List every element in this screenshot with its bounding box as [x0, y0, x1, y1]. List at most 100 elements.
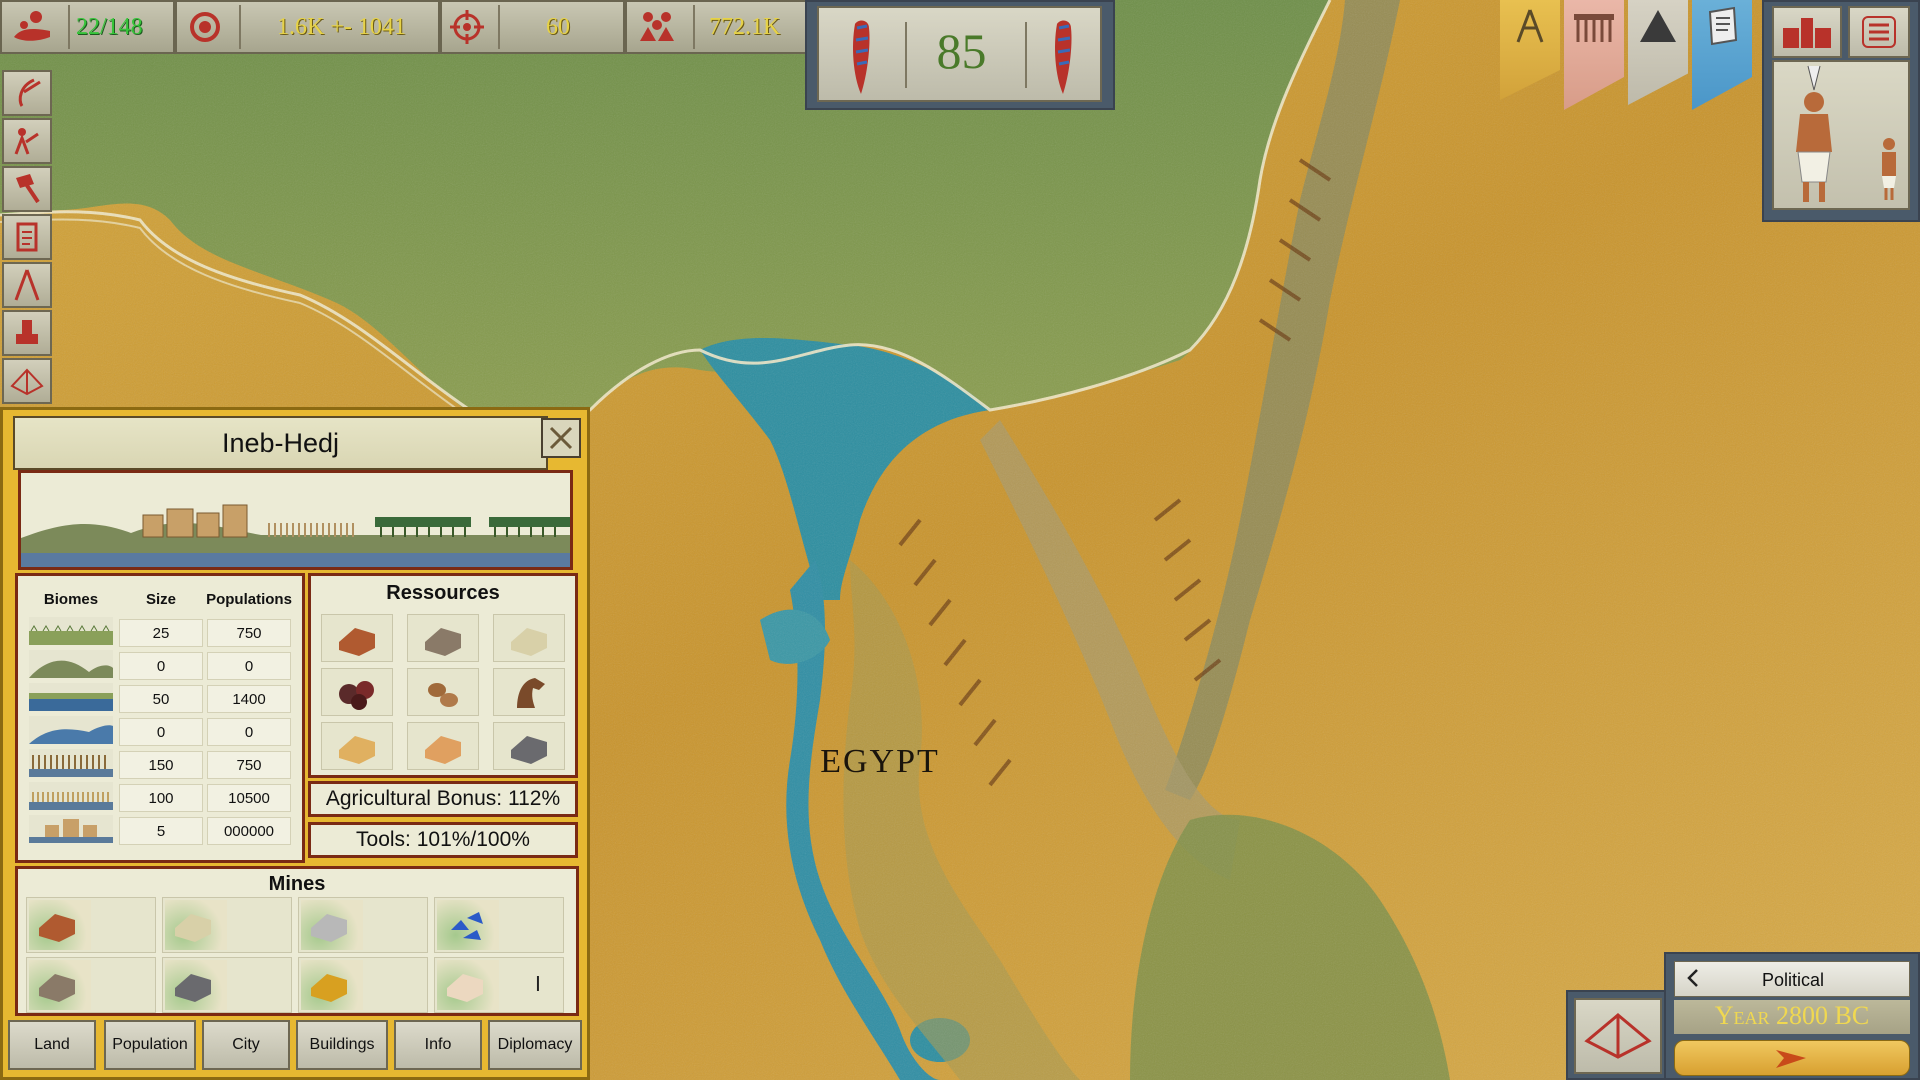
mine-slot[interactable]: [26, 957, 156, 1013]
table-row[interactable]: 00: [24, 715, 294, 748]
buildings-icon: [1783, 18, 1831, 48]
military-value: 60: [546, 13, 570, 40]
clay-icon: [425, 736, 461, 764]
biome-size: 25: [119, 618, 203, 647]
biome-populations: 000000: [207, 816, 291, 845]
mine-slot[interactable]: [298, 957, 428, 1013]
tool-pyramid-button[interactable]: [2, 358, 52, 404]
feather-right-icon: [1049, 16, 1077, 101]
ore-icon: [339, 681, 374, 710]
resource-slot[interactable]: [407, 614, 479, 662]
text-cursor-icon: I: [535, 972, 541, 996]
table-row[interactable]: 50 1400: [24, 682, 294, 715]
tab-city[interactable]: City: [202, 1020, 290, 1070]
mine-slot[interactable]: [298, 897, 428, 953]
minimap-toggle[interactable]: [1566, 990, 1670, 1080]
next-turn-button[interactable]: [1674, 1040, 1910, 1076]
tool-workers-button[interactable]: [2, 118, 52, 164]
resource-slot[interactable]: [493, 722, 565, 770]
tab-land[interactable]: Land: [8, 1020, 96, 1070]
stone-mine-icon: [39, 974, 75, 1002]
map-mode-selector[interactable]: Political: [1674, 961, 1910, 997]
tab-info[interactable]: Info: [394, 1020, 482, 1070]
resource-slot[interactable]: [321, 722, 393, 770]
total-panel[interactable]: 772.1K: [625, 0, 815, 54]
granite-mine-icon: [175, 974, 211, 1002]
mine-slot[interactable]: [162, 957, 292, 1013]
table-row[interactable]: 150 750: [24, 748, 294, 781]
mine-slot[interactable]: [26, 897, 156, 953]
mine-slot[interactable]: [434, 897, 564, 953]
workers-icon: [14, 128, 39, 155]
arrow-right-icon: [1776, 1050, 1806, 1068]
city-buildings-button[interactable]: [1772, 6, 1842, 58]
wealth-panel[interactable]: 1.6K +- 1041: [175, 0, 440, 54]
biome-size: 0: [119, 717, 203, 746]
table-row[interactable]: 100 10500: [24, 781, 294, 814]
mine-slot[interactable]: I: [434, 957, 564, 1013]
tools-status: Tools: 101%/100%: [308, 822, 578, 858]
compass-icon: [1516, 9, 1544, 43]
menu-button[interactable]: [1848, 6, 1910, 58]
mine-slot[interactable]: [162, 897, 292, 953]
farmland-icon: [29, 781, 113, 810]
tool-scroll-button[interactable]: [2, 70, 52, 116]
close-button[interactable]: [541, 418, 581, 458]
tool-hammer-button[interactable]: [2, 166, 52, 212]
resource-slot[interactable]: [407, 722, 479, 770]
stamp-icon: [16, 320, 38, 344]
tab-buildings[interactable]: Buildings: [296, 1020, 388, 1070]
resource-slot[interactable]: [321, 668, 393, 716]
document-icon: [16, 222, 38, 252]
resource-slot[interactable]: [493, 614, 565, 662]
table-row[interactable]: 00: [24, 649, 294, 682]
biome-size: 0: [119, 651, 203, 680]
wealth-value: 1.6K +- 1041: [277, 13, 406, 40]
resource-slot[interactable]: [493, 668, 565, 716]
total-value: 772.1K: [709, 13, 781, 40]
tab-population[interactable]: Population: [104, 1020, 196, 1070]
wheat-field-icon: [29, 748, 113, 777]
banner-temple[interactable]: [1564, 0, 1624, 110]
target-icon: [442, 8, 492, 46]
resource-slot[interactable]: [321, 614, 393, 662]
people-group-icon: [627, 7, 687, 47]
table-row[interactable]: 5 000000: [24, 814, 294, 847]
wood-icon: [428, 683, 458, 707]
city-panel: Ineb-Hedj Biomes Size Populations 25 750 …: [0, 407, 590, 1080]
military-panel[interactable]: 60: [440, 0, 625, 54]
biomes-header: Biomes: [43, 590, 99, 608]
banner-compass[interactable]: [1500, 0, 1560, 100]
biome-populations: 0: [207, 651, 291, 680]
tool-document-button[interactable]: [2, 214, 52, 260]
pyramid-icon: [10, 368, 44, 396]
lapis-mine-icon: [451, 912, 483, 940]
horse-icon: [517, 678, 545, 708]
tool-compass-button[interactable]: [2, 262, 52, 308]
scroll-icon: [1708, 6, 1738, 46]
banner-tent[interactable]: [1628, 0, 1688, 105]
biome-size: 5: [119, 816, 203, 845]
grassland-icon: [29, 616, 113, 645]
overlay-banners: [1500, 0, 1758, 120]
ruler-panel[interactable]: [1762, 0, 1920, 222]
population-panel[interactable]: 22/148: [0, 0, 175, 54]
tab-diplomacy[interactable]: Diplomacy: [488, 1020, 582, 1070]
hammer-icon: [16, 174, 40, 204]
city-name: Ineb-Hedj: [13, 416, 548, 470]
copper-icon: [339, 628, 375, 656]
map-mode-panel: Political Year 2800 BC: [1664, 952, 1920, 1080]
table-row[interactable]: 25 750: [24, 616, 294, 649]
biome-size: 50: [119, 684, 203, 713]
mines-title: Mines: [268, 873, 326, 895]
city-view: [18, 470, 573, 570]
resources-title: Ressources: [386, 582, 500, 604]
banner-scroll[interactable]: [1692, 0, 1752, 110]
tool-stamp-button[interactable]: [2, 310, 52, 356]
resource-slot[interactable]: [407, 668, 479, 716]
ruler-portrait[interactable]: [1772, 60, 1910, 210]
biome-populations: 1400: [207, 684, 291, 713]
biome-populations: 10500: [207, 783, 291, 812]
heir-icon: [1882, 138, 1896, 200]
coast-icon: [29, 715, 113, 744]
